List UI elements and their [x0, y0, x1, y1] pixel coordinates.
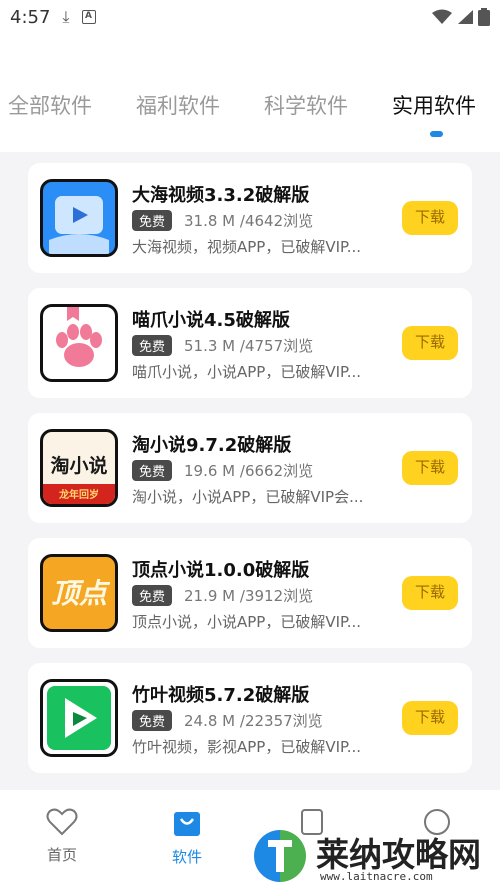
download-button[interactable]: 下载 [402, 326, 458, 360]
download-button[interactable]: 下载 [402, 576, 458, 610]
video-play-icon [40, 179, 118, 257]
nav-label: 首页 [46, 846, 77, 864]
nav-software[interactable]: 软件 [157, 808, 217, 867]
watermark-title: 莱纳攻略网 [316, 835, 481, 874]
tab-welfare-software[interactable]: 福利软件 [136, 90, 220, 120]
watermark-url: www.laitnacre.com [320, 870, 433, 883]
heart-icon [46, 808, 78, 836]
svg-text:顶点: 顶点 [51, 577, 111, 610]
size-views: 24.8 M /22357浏览 [184, 712, 323, 730]
size-views: 51.3 M /4757浏览 [184, 337, 314, 355]
app-description: 淘小说，小说APP，已破解VIP会... [132, 488, 364, 506]
app-description: 喵爪小说，小说APP，已破解VIP... [132, 363, 362, 381]
app-description: 顶点小说，小说APP，已破解VIP... [132, 613, 362, 631]
list-item[interactable]: 大海视频3.3.2破解版 免费 31.8 M /4642浏览 大海视频，视频AP… [28, 163, 472, 273]
active-tab-indicator [430, 131, 443, 137]
signal-icon [458, 10, 473, 24]
free-badge: 免费 [132, 335, 173, 356]
download-icon: ⤓ [62, 7, 70, 26]
app-list: 大海视频3.3.2破解版 免费 31.8 M /4642浏览 大海视频，视频AP… [28, 163, 472, 788]
app-name: 喵爪小说4.5破解版 [132, 310, 290, 331]
taoxiaoshuo-logo: 淘小说 龙年回岁 [40, 429, 118, 507]
battery-icon [478, 8, 490, 26]
app-name: 大海视频3.3.2破解版 [132, 185, 310, 206]
free-badge: 免费 [132, 585, 173, 606]
wifi-icon [432, 9, 452, 24]
download-button[interactable]: 下载 [402, 201, 458, 235]
green-play-icon [40, 679, 118, 757]
free-badge: 免费 [132, 460, 173, 481]
tab-all-software[interactable]: 全部软件 [8, 90, 92, 120]
category-tabs: 全部软件 福利软件 科学软件 实用软件 [0, 34, 500, 152]
svg-text:龙年回岁: 龙年回岁 [58, 488, 99, 501]
download-button[interactable]: 下载 [402, 451, 458, 485]
free-badge: 免费 [132, 210, 173, 231]
size-views: 19.6 M /6662浏览 [184, 462, 314, 480]
download-button[interactable]: 下载 [402, 701, 458, 735]
bag-icon [174, 812, 200, 836]
nav-label: 软件 [171, 848, 202, 866]
app-description: 大海视频，视频APP，已破解VIP... [132, 238, 362, 256]
watermark: 莱纳攻略网 www.laitnacre.com [250, 822, 500, 888]
list-item[interactable]: 竹叶视频5.7.2破解版 免费 24.8 M /22357浏览 竹叶视频，影视A… [28, 663, 472, 773]
notification-a-icon: A [81, 10, 96, 24]
svg-text:淘小说: 淘小说 [50, 454, 107, 477]
status-time: 4:57 [10, 6, 51, 28]
size-views: 21.9 M /3912浏览 [184, 587, 314, 605]
app-description: 竹叶视频，影视APP，已破解VIP... [132, 738, 362, 756]
size-views: 31.8 M /4642浏览 [184, 212, 314, 230]
free-badge: 免费 [132, 710, 173, 731]
tab-science-software[interactable]: 科学软件 [264, 90, 348, 120]
dingdian-logo: 顶点 [40, 554, 118, 632]
app-name: 顶点小说1.0.0破解版 [132, 560, 310, 581]
list-item[interactable]: 淘小说 龙年回岁 淘小说9.7.2破解版 免费 19.6 M /6662浏览 淘… [28, 413, 472, 523]
list-item[interactable]: 喵爪小说4.5破解版 免费 51.3 M /4757浏览 喵爪小说，小说APP，… [28, 288, 472, 398]
app-name: 竹叶视频5.7.2破解版 [132, 685, 310, 706]
list-item[interactable]: 顶点 顶点小说1.0.0破解版 免费 21.9 M /3912浏览 顶点小说，小… [28, 538, 472, 648]
tab-utility-software[interactable]: 实用软件 [392, 90, 476, 120]
cat-paw-icon [40, 304, 118, 382]
nav-home[interactable]: 首页 [32, 808, 92, 865]
watermark-logo [252, 828, 308, 884]
status-bar: 4:57 ⤓ A [0, 0, 500, 34]
app-name: 淘小说9.7.2破解版 [132, 435, 292, 456]
